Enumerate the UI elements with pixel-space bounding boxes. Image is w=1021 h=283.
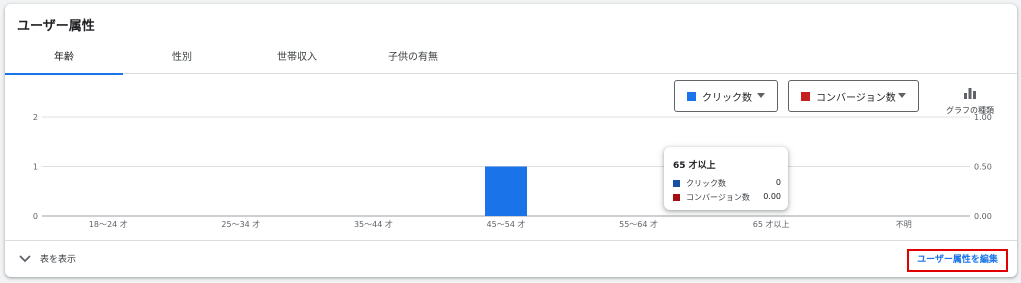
tooltip-title: 65 才以上 (673, 161, 716, 171)
tooltip-conversions-value: 0.00 (763, 192, 781, 201)
demographics-card: ユーザー属性 年齢 性別 世帯収入 子供の有無 0 1 2 0.00 0.50 1.00 1… (5, 4, 1017, 277)
primary-metric-swatch (687, 91, 696, 101)
y-axis-tick-label: 0 (33, 212, 38, 221)
secondary-metric-label: コンバージョン数 (816, 92, 896, 104)
bar-chart-icon (964, 88, 976, 99)
x-axis-tick-label: 45〜54 才 (487, 219, 526, 229)
secondary-metric-swatch (801, 91, 810, 101)
dropdown-arrow-icon (757, 93, 765, 98)
y2-axis-tick-label: 0.00 (974, 212, 992, 221)
y-axis-tick-label: 1 (33, 163, 38, 172)
y2-axis-tick-label: 0.50 (974, 163, 992, 172)
x-axis-tick-label: 65 才以上 (753, 219, 790, 229)
x-axis-tick-label: 35〜44 才 (354, 219, 393, 229)
tooltip-row-clicks: クリック数 0 (673, 178, 781, 190)
card-footer: 表を表示 ユーザー属性を編集 (5, 240, 1017, 277)
x-axis-tick-label: 18〜24 才 (89, 219, 128, 229)
x-axis-tick-label: 25〜34 才 (221, 219, 260, 229)
metric-selector-primary[interactable]: クリック数 (674, 80, 778, 112)
x-axis-tick-label: 不明 (896, 220, 912, 229)
tooltip-clicks-swatch (673, 180, 680, 187)
chart-type-button[interactable]: グラフの種類 (941, 84, 999, 115)
x-axis-tick-label: 55〜64 才 (619, 219, 658, 229)
show-table-toggle[interactable]: 表を表示 (19, 252, 76, 265)
tooltip-conversions-label: コンバージョン数 (686, 193, 750, 202)
dropdown-arrow-icon (898, 93, 906, 98)
chart-tooltip: 65 才以上 クリック数 0 コンバージョン数 0.00 (664, 147, 788, 210)
edit-demographics-button[interactable]: ユーザー属性を編集 (907, 249, 1008, 272)
bar-clicks (485, 166, 527, 216)
bar-chart: 0120.000.501.0018〜24 才 25〜34 才 35〜44 才 45〜5… (33, 113, 992, 229)
chevron-down-icon (19, 254, 31, 262)
primary-metric-label: クリック数 (702, 92, 752, 104)
show-table-label: 表を表示 (40, 255, 77, 265)
tooltip-clicks-value: 0 (775, 178, 781, 187)
tooltip-conversions-swatch (673, 194, 680, 201)
y-axis-tick-label: 2 (33, 113, 38, 122)
tooltip-row-conversions: コンバージョン数 0.00 (673, 192, 781, 204)
metric-selector-secondary[interactable]: コンバージョン数 (788, 80, 919, 112)
chart-type-label: グラフの種類 (946, 106, 994, 115)
tooltip-clicks-label: クリック数 (686, 179, 726, 188)
